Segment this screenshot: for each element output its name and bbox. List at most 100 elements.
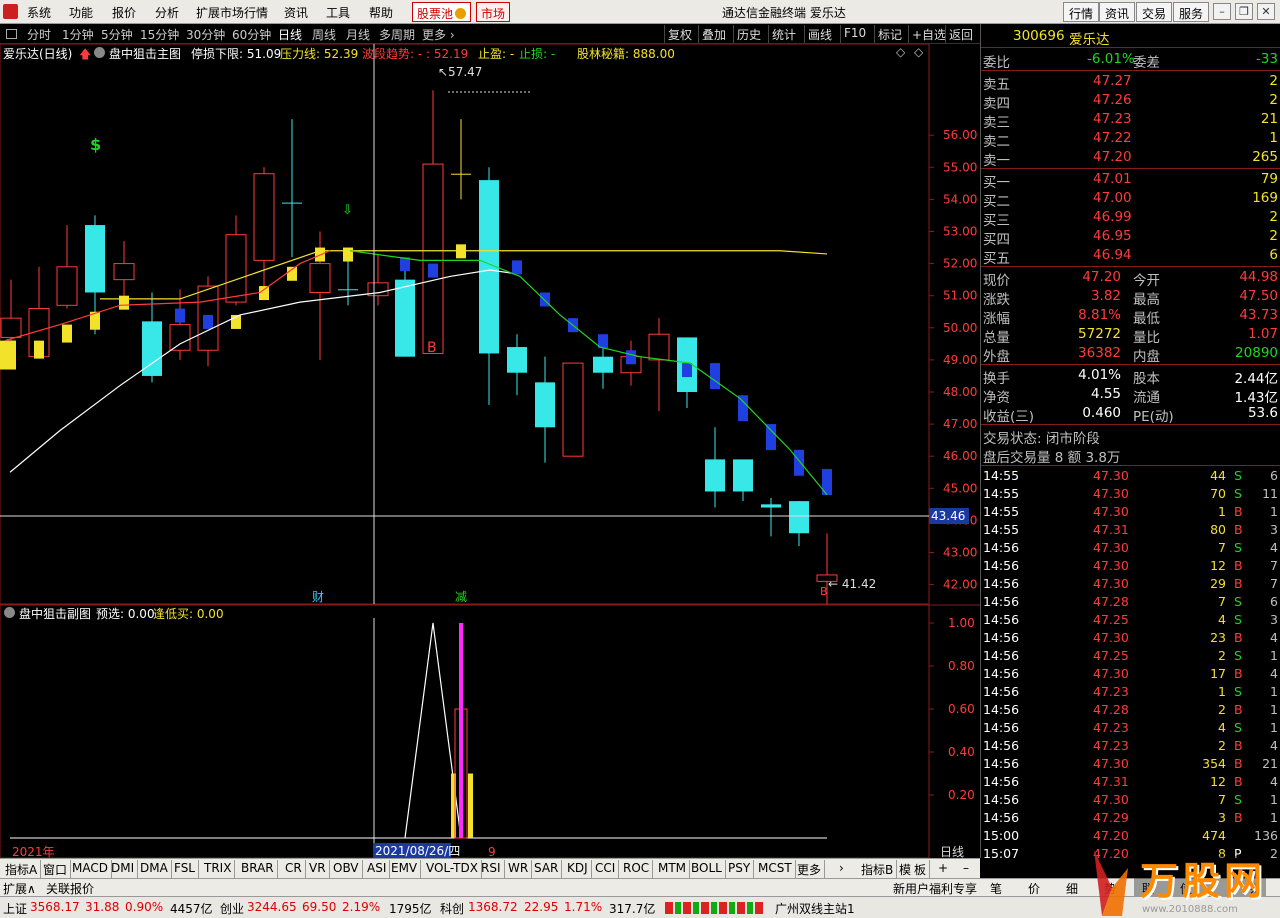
indicator-tab-rsi[interactable]: RSI — [478, 860, 505, 878]
kline-chart[interactable]: 56.00 55.00 54.00 53.00 52.00 51.00 50.00 49.00… — [0, 44, 980, 604]
tool-back[interactable]: 返回 — [945, 25, 976, 43]
tick-volume: 1 — [1218, 504, 1226, 519]
indicator-tab-roc[interactable]: ROC — [620, 860, 654, 878]
restore-icon[interactable]: ❐ — [1235, 3, 1253, 20]
tool-add-watchlist[interactable]: +自选 — [908, 25, 949, 43]
market-button[interactable]: 市场 — [476, 2, 511, 22]
menu-item-tools[interactable]: 工具 — [326, 4, 350, 21]
tick-price: 47.30 — [1093, 468, 1129, 483]
buy-level-row: 买三 46.99 2 — [981, 208, 1280, 229]
indicator-tab-kdj[interactable]: KDJ — [564, 860, 592, 878]
minimize-icon[interactable]: – — [1213, 3, 1231, 20]
indicator-tab-mcst[interactable]: MCST — [755, 860, 796, 878]
signal-block — [626, 350, 636, 365]
period-intraday[interactable]: 分时 — [27, 26, 51, 43]
top-quote-button[interactable]: 行情 — [1063, 2, 1100, 22]
dropdown-circle-icon[interactable] — [94, 47, 105, 58]
indicator-tab-mtm[interactable]: MTM — [655, 860, 691, 878]
tabs-scroll-right-icon[interactable]: › — [836, 860, 847, 878]
tick-price: 47.23 — [1093, 684, 1129, 699]
top-service-button[interactable]: 服务 — [1173, 2, 1210, 22]
menu-item-system[interactable]: 系统 — [27, 4, 51, 21]
promo-link[interactable]: 新用户福利专享 — [893, 880, 977, 897]
indicator-tab-指标a[interactable]: 指标A — [2, 860, 42, 878]
board-tab[interactable]: 板 — [911, 860, 931, 878]
related-quote-button[interactable]: 关联报价 — [46, 880, 94, 897]
indicator-tab-dmi[interactable]: DMI — [108, 860, 139, 878]
indicator-tab-brar[interactable]: BRAR — [238, 860, 278, 878]
period-15min[interactable]: 15分钟 — [140, 26, 179, 43]
top-news-button[interactable]: 资讯 — [1099, 2, 1136, 22]
indicator-tab-wr[interactable]: WR — [505, 860, 533, 878]
period-5min[interactable]: 5分钟 — [101, 26, 133, 43]
indicator-tab-cci[interactable]: CCI — [592, 860, 620, 878]
tool-mark[interactable]: 标记 — [874, 25, 905, 43]
menu-item-extended-market[interactable]: 扩展市场行情 — [196, 4, 268, 21]
zoom-in-icon[interactable]: + — [935, 860, 951, 878]
tool-stats[interactable]: 统计 — [768, 25, 799, 43]
btn-detail[interactable]: 细 — [1066, 880, 1078, 897]
tick-volume: 12 — [1210, 558, 1226, 573]
menu-item-analysis[interactable]: 分析 — [155, 4, 179, 21]
indicator-tab-psy[interactable]: PSY — [725, 860, 755, 878]
indicator-tab-vr[interactable]: VR — [306, 860, 330, 878]
indicator-tab-dma[interactable]: DMA — [137, 860, 172, 878]
btn-tick[interactable]: 笔 — [990, 880, 1002, 897]
indicator-tab-boll[interactable]: BOLL — [688, 860, 726, 878]
indicator-name[interactable]: 盘中狙击主图 — [109, 45, 181, 62]
sh-index-name[interactable]: 上证 — [3, 900, 27, 917]
server-station[interactable]: 广州双线主站1 — [775, 900, 855, 917]
tick-side: B — [1234, 666, 1243, 681]
tick-price: 47.30 — [1093, 540, 1129, 555]
tick-side: B — [1234, 522, 1243, 537]
indicator-tab-cr[interactable]: CR — [282, 860, 306, 878]
expand-button[interactable]: 扩展∧ — [3, 880, 36, 897]
tick-price: 47.30 — [1093, 630, 1129, 645]
indicator-tab-trix[interactable]: TRIX — [201, 860, 236, 878]
period-monthly[interactable]: 月线 — [346, 26, 370, 43]
chart-menu-icon[interactable] — [6, 29, 17, 39]
menu-item-function[interactable]: 功能 — [69, 4, 93, 21]
period-more[interactable]: 更多 › — [422, 26, 455, 43]
signal-block — [738, 395, 748, 422]
zoom-out-icon[interactable]: – — [960, 860, 972, 878]
indicator-tab-macd[interactable]: MACD — [69, 860, 112, 878]
cy-index-pct: 2.19% — [342, 900, 381, 914]
period-multi[interactable]: 多周期 — [379, 26, 415, 43]
close-icon[interactable]: ✕ — [1257, 3, 1275, 20]
stats-divider — [981, 424, 1280, 425]
indicator-tab-asi[interactable]: ASI — [364, 860, 391, 878]
dropdown-circle-icon[interactable] — [4, 607, 15, 618]
period-daily[interactable]: 日线 — [278, 26, 302, 43]
stock-pool-button[interactable]: 股票池 — [412, 2, 472, 22]
period-1min[interactable]: 1分钟 — [62, 26, 94, 43]
tool-overlay[interactable]: 叠加 — [698, 25, 729, 43]
top-trade-button[interactable]: 交易 — [1136, 2, 1173, 22]
indicator-tab-sar[interactable]: SAR — [531, 860, 563, 878]
sh-index-pct: 0.90% — [125, 900, 164, 914]
finance-mark: 财 — [312, 590, 324, 604]
menu-item-quote[interactable]: 报价 — [112, 4, 136, 21]
tool-draw[interactable]: 画线 — [804, 25, 835, 43]
menu-item-news[interactable]: 资讯 — [284, 4, 308, 21]
indicator-tab-更多[interactable]: 更多 — [794, 860, 826, 878]
btn-price[interactable]: 价 — [1028, 880, 1040, 897]
cy-index-name[interactable]: 创业 — [220, 900, 244, 917]
candle-body — [282, 202, 302, 204]
period-30min[interactable]: 30分钟 — [186, 26, 225, 43]
sub-indicator-chart[interactable]: 1.00 0.80 0.60 0.40 0.20 2021年 2021/08/26/四 9 日线 — [0, 604, 980, 858]
indicator-tab-fsl[interactable]: FSL — [171, 860, 199, 878]
indicator-tab-obv[interactable]: OBV — [330, 860, 363, 878]
tool-adjust[interactable]: 复权 — [664, 25, 695, 43]
period-60min[interactable]: 60分钟 — [232, 26, 271, 43]
indicator-tab-emv[interactable]: EMV — [388, 860, 422, 878]
sub-indicator-name[interactable]: 盘中狙击副图 — [19, 605, 91, 622]
indicator-tab-vol-tdx[interactable]: VOL-TDX — [423, 860, 482, 878]
indicator-tab-窗口[interactable]: 窗口 — [40, 860, 72, 878]
tool-history[interactable]: 历史 — [733, 25, 764, 43]
kc-index-name[interactable]: 科创 — [440, 900, 464, 917]
period-weekly[interactable]: 周线 — [312, 26, 336, 43]
indicator-b-tab[interactable]: 指标B — [858, 860, 898, 878]
tool-f10[interactable]: F10 — [840, 25, 869, 43]
menu-item-help[interactable]: 帮助 — [369, 4, 393, 21]
